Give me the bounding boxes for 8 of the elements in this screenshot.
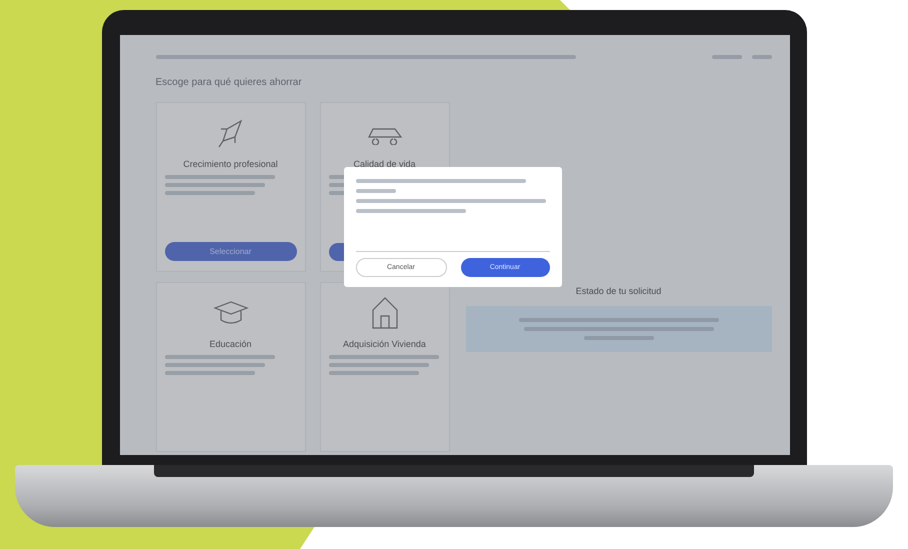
select-button[interactable]: Seleccionar xyxy=(164,242,296,261)
status-title: Estado de tu solicitud xyxy=(576,286,662,296)
card-title: Educación xyxy=(209,338,252,348)
card-title: Calidad de vida xyxy=(353,159,416,169)
page-title: Escoge para qué quieres ahorrar xyxy=(156,77,303,88)
house-icon xyxy=(370,296,398,328)
card-title: Adquisición Vivienda xyxy=(343,338,426,348)
card-title: Crecimiento profesional xyxy=(183,159,278,169)
